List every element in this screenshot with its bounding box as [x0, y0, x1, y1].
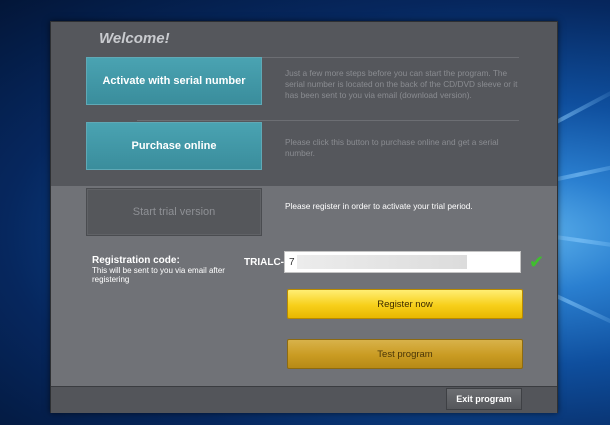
divider — [137, 120, 519, 121]
welcome-title: Welcome! — [99, 30, 170, 47]
trial-description: Please register in order to activate you… — [285, 201, 473, 211]
check-icon: ✔ — [529, 252, 545, 272]
activate-description: Just a few more steps before you can sta… — [285, 68, 518, 100]
code-prefix: TRIALC- — [244, 257, 284, 268]
registration-note: This will be sent to you via email after… — [92, 266, 225, 284]
exit-program-button[interactable]: Exit program — [446, 388, 522, 410]
purchase-description: Please click this button to purchase onl… — [285, 137, 499, 158]
redacted-code — [297, 255, 467, 269]
test-program-button[interactable]: Test program — [287, 339, 523, 369]
activate-serial-button[interactable]: Activate with serial number — [86, 57, 262, 105]
start-trial-button[interactable]: Start trial version — [86, 188, 262, 236]
purchase-online-button[interactable]: Purchase online — [86, 122, 262, 170]
register-now-button[interactable]: Register now — [287, 289, 523, 319]
registration-code-label: Registration code: — [92, 255, 180, 266]
activation-dialog: Welcome! Activate with serial number Jus… — [50, 21, 558, 413]
